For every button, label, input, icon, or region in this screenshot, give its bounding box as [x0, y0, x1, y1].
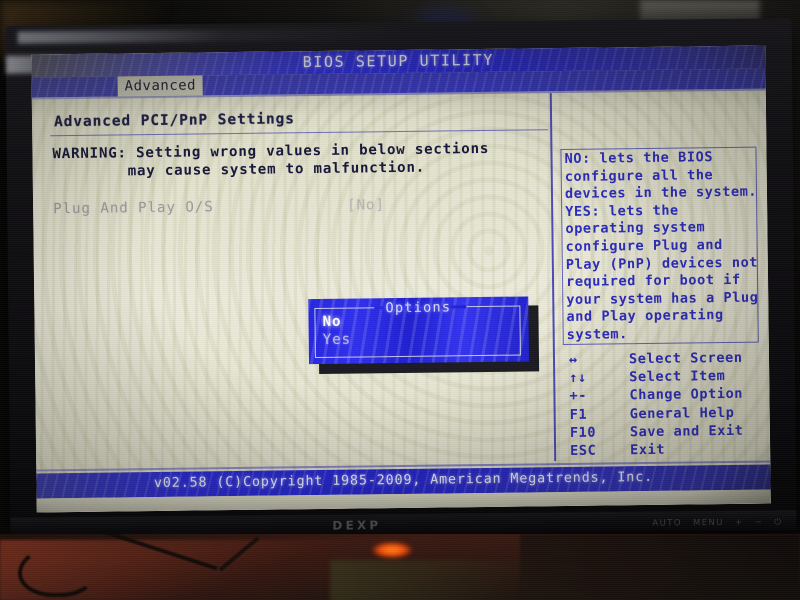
help-line: devices in the system.: [564, 183, 758, 203]
legend-label: Exit: [630, 441, 666, 459]
help-line: required for boot if: [565, 272, 741, 291]
osd-button-row[interactable]: AUTO MENU + − ⏻: [652, 517, 789, 528]
tab-advanced[interactable]: Advanced: [117, 75, 204, 98]
esc-key-icon: ESC: [570, 442, 597, 459]
legend-row-select-screen: ↔ Select Screen: [567, 349, 763, 370]
arrows-vertical-icon: ↑↓: [569, 369, 587, 387]
osd-plus-button[interactable]: +: [735, 518, 744, 528]
cable-loop: [18, 545, 96, 597]
bios-body: Advanced PCI/PnP Settings WARNING: Setti…: [31, 88, 770, 470]
osd-minus-button[interactable]: −: [755, 518, 764, 528]
legend-row-general-help: F1 General Help: [568, 403, 764, 424]
main-settings-pane: Advanced PCI/PnP Settings WARNING: Setti…: [42, 99, 549, 465]
warning-text-line2: may cause system to malfunction.: [127, 159, 426, 180]
legend-row-select-item: ↑↓ Select Item: [567, 367, 763, 388]
legend-label: Select Screen: [628, 349, 743, 368]
bios-setup-utility: BIOS SETUP UTILITY Advanced Advanced PCI…: [31, 45, 771, 513]
options-dialog: Options No Yes: [308, 296, 530, 365]
pane-divider: [549, 93, 557, 462]
section-title: Advanced PCI/PnP Settings: [53, 111, 295, 131]
power-led-indicator: [372, 542, 412, 558]
bezel-highlight: [17, 27, 448, 44]
monitor-brand-logo: DEXP: [332, 518, 382, 533]
option-item-yes[interactable]: Yes: [323, 331, 352, 349]
f1-key-icon: F1: [569, 406, 588, 423]
power-button-icon[interactable]: ⏻: [774, 517, 782, 527]
plus-minus-icon: +-: [569, 388, 588, 405]
help-line: system.: [566, 326, 628, 343]
key-legend: ↔ Select Screen ↑↓ Select Item +- Change…: [567, 349, 764, 461]
option-item-no[interactable]: No: [322, 313, 341, 331]
monitor-body: BIOS SETUP UTILITY Advanced Advanced PCI…: [5, 18, 797, 538]
f10-key-icon: F10: [569, 424, 597, 441]
legend-row-change-option: +- Change Option: [567, 385, 763, 406]
desk-green-object: [330, 560, 530, 600]
photo-of-monitor: BIOS SETUP UTILITY Advanced Advanced PCI…: [0, 0, 800, 600]
legend-row-save-and-exit: F10 Save and Exit: [568, 421, 764, 442]
desk-shadow-right: [520, 534, 800, 600]
legend-row-exit: ESC Exit: [568, 440, 764, 461]
legend-label: General Help: [629, 404, 735, 422]
arrows-horizontal-icon: ↔: [568, 351, 578, 368]
setting-value[interactable]: [No]: [347, 196, 385, 214]
setting-row-plug-and-play-os[interactable]: Plug And Play O/S [No]: [53, 195, 523, 217]
legend-label: Select Item: [629, 368, 726, 386]
legend-label: Change Option: [629, 386, 744, 404]
help-line: your system has a Plug: [566, 289, 759, 308]
lcd-screen: BIOS SETUP UTILITY Advanced Advanced PCI…: [31, 45, 771, 513]
setting-label: Plug And Play O/S: [53, 199, 214, 218]
legend-label: Save and Exit: [629, 422, 744, 440]
osd-menu-button[interactable]: MENU: [693, 518, 724, 528]
help-pane: NO: lets the BIOS configure all the devi…: [560, 95, 760, 459]
osd-auto-button[interactable]: AUTO: [652, 518, 682, 528]
help-text: NO: lets the BIOS configure all the devi…: [564, 149, 760, 345]
